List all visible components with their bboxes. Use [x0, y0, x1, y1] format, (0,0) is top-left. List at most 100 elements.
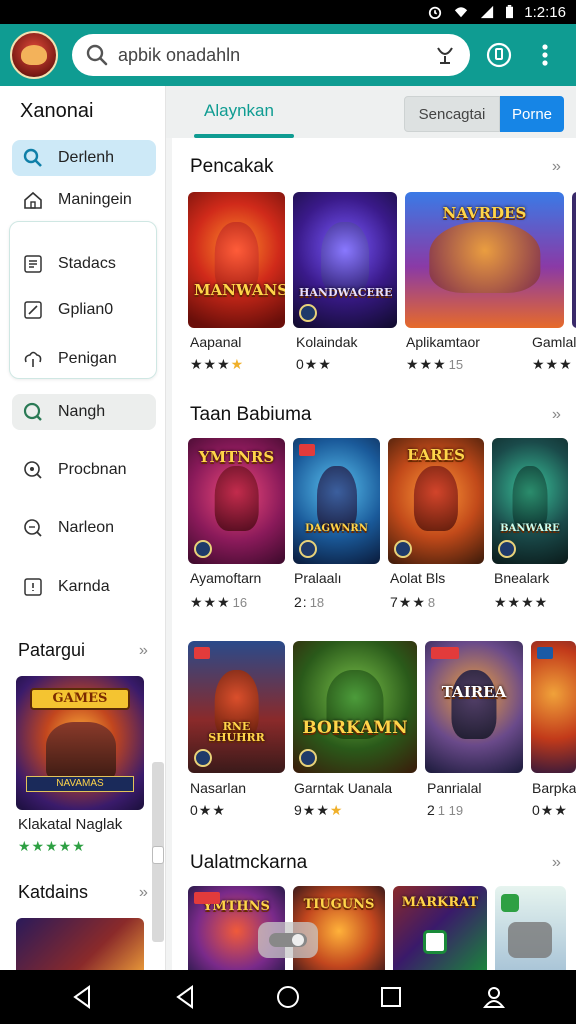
game-card[interactable]: HANDWACERE: [293, 192, 397, 328]
home-icon: [22, 189, 44, 211]
sidebar-item-gplian0[interactable]: Gplian0: [12, 292, 156, 328]
scrollbar-thumb[interactable]: [152, 846, 164, 864]
game-card[interactable]: EARES: [388, 438, 484, 564]
card-art-title: TAIREA: [441, 683, 507, 701]
card-art-title: NAVRDES: [442, 204, 527, 222]
card-art-title: RNE SHUHRR: [208, 720, 265, 744]
chevron-right-icon[interactable]: › ›: [552, 158, 561, 176]
rating-stars: ★★★★: [190, 356, 245, 372]
alarm-icon: [429, 6, 442, 19]
card-caption: Aolat Bls: [390, 570, 446, 586]
main-content: Alaynkan Sencagtai Porne Pencakak › › MA…: [166, 86, 576, 970]
rating-stars: ★★★ 15: [406, 356, 464, 372]
search-icon: [22, 147, 44, 169]
square-icon: [22, 576, 44, 598]
game-sections: Pencakak › › MANWANS HANDWACERE NAVRDES …: [172, 138, 576, 970]
person-icon[interactable]: [480, 983, 508, 1011]
game-card[interactable]: DAGWNRN: [293, 438, 380, 564]
status-bar: 1:2:16: [0, 0, 576, 24]
sidebar-item-label: Maningein: [58, 191, 132, 208]
card-caption: Klakatal Naglak: [18, 816, 123, 833]
game-card[interactable]: BORKAMN: [293, 641, 417, 773]
card-art-title: BANWARE: [500, 523, 560, 534]
sidebar-item-label: Procbnan: [58, 461, 127, 478]
game-card[interactable]: RNE SHUHRR: [188, 641, 285, 773]
chevron-right-icon[interactable]: › ›: [139, 884, 148, 902]
sidebar-item-stadacs[interactable]: Stadacs: [12, 246, 156, 282]
game-card-thumbnail[interactable]: [16, 918, 144, 970]
sidebar-item-procbnan[interactable]: Procbnan: [12, 452, 156, 488]
list-icon: [22, 253, 44, 275]
account-icon[interactable]: [482, 38, 516, 72]
game-card-thumbnail[interactable]: GAMES NAVAMAS: [16, 676, 144, 810]
sidebar-item-penigan[interactable]: Penigan: [12, 341, 156, 377]
segment-button[interactable]: Sencagtai: [404, 96, 500, 132]
chevron-right-icon[interactable]: › ›: [139, 642, 148, 660]
game-card[interactable]: NAVRDES: [405, 192, 564, 328]
card-caption: Barpka: [532, 780, 576, 796]
floating-action-button[interactable]: [508, 922, 552, 958]
rating-stars: 0★★: [190, 802, 226, 818]
voice-search-icon[interactable]: [434, 44, 456, 66]
rating-stars: 9★★★: [294, 802, 344, 818]
sidebar-item-maningein[interactable]: Maningein: [12, 182, 156, 218]
game-card[interactable]: [572, 192, 576, 328]
sidebar-item-derlenh[interactable]: Derlenh: [12, 140, 156, 176]
sidebar: Xanonai Derlenh Maningein Stadacs Gplian…: [0, 86, 166, 970]
rating-stars: ★★★: [532, 356, 573, 372]
home-circle-icon[interactable]: [274, 983, 302, 1011]
floating-toggle-button[interactable]: [258, 922, 318, 958]
status-time: 1:2:16: [524, 3, 566, 21]
chevron-right-icon[interactable]: › ›: [552, 406, 561, 424]
game-card[interactable]: YMTNRS: [188, 438, 285, 564]
more-vert-icon[interactable]: [528, 38, 562, 72]
card-art-title: DAGWNRN: [305, 523, 368, 534]
sidebar-item-nangh[interactable]: Nangh: [12, 394, 156, 430]
signal-icon: [481, 5, 494, 19]
sidebar-item-narleon[interactable]: Narleon: [12, 510, 156, 546]
rating-stars: 0★★: [296, 356, 332, 372]
section-title: Taan Babiuma: [190, 404, 312, 425]
back-icon[interactable]: [68, 983, 96, 1011]
card-caption: Pralaalı: [294, 570, 342, 586]
card-art-title: MANWANS: [194, 281, 285, 299]
card-art-title: YMTNRS: [198, 448, 275, 466]
section-title: Pencakak: [190, 156, 274, 177]
sidebar-item-label: Karnda: [58, 578, 110, 595]
card-caption: Gamlal: [532, 334, 576, 350]
search-icon: [86, 44, 108, 66]
app-header: apbik onadahln: [0, 24, 576, 86]
game-card[interactable]: TAIREA: [425, 641, 523, 773]
search-bar[interactable]: apbik onadahln: [72, 34, 470, 76]
system-nav-bar: [0, 970, 576, 1024]
segment-button-active[interactable]: Porne: [500, 96, 564, 132]
sidebar-title: Xanonai: [20, 100, 94, 122]
search-icon: [22, 401, 44, 423]
rating-stars: ★★★ 16: [190, 594, 248, 610]
back-icon[interactable]: [171, 983, 199, 1011]
sidebar-section-title: Katdains: [18, 882, 89, 902]
tab-bar: Alaynkan Sencagtai Porne: [166, 86, 576, 138]
game-card[interactable]: MARKRAT: [393, 886, 487, 970]
game-card[interactable]: [531, 641, 576, 773]
search-input[interactable]: apbik onadahln: [118, 45, 434, 66]
tab-alaynkan[interactable]: Alaynkan: [204, 101, 274, 121]
game-avatar-logo[interactable]: [10, 31, 58, 79]
game-card[interactable]: BANWARE: [492, 438, 568, 564]
section-title: Ualatmckarna: [190, 852, 308, 873]
card-caption: Garntak Uanala: [294, 780, 393, 796]
toggle-icon: [269, 933, 307, 947]
edit-icon: [22, 299, 44, 321]
rating-stars: 0★★: [532, 802, 568, 818]
sidebar-item-karnda[interactable]: Karnda: [12, 569, 156, 605]
cloud-icon: [22, 348, 44, 370]
zoom-icon: [22, 459, 44, 481]
card-caption: Panrialal: [427, 780, 482, 796]
zoom-icon: [22, 517, 44, 539]
recents-icon[interactable]: [377, 983, 405, 1011]
rating-stars: 2: 18: [294, 594, 325, 610]
chevron-right-icon[interactable]: › ›: [552, 854, 561, 872]
game-card[interactable]: MANWANS: [188, 192, 285, 328]
rating-stars: 7★★ 8: [390, 594, 436, 610]
card-caption: Kolaindak: [296, 334, 358, 350]
